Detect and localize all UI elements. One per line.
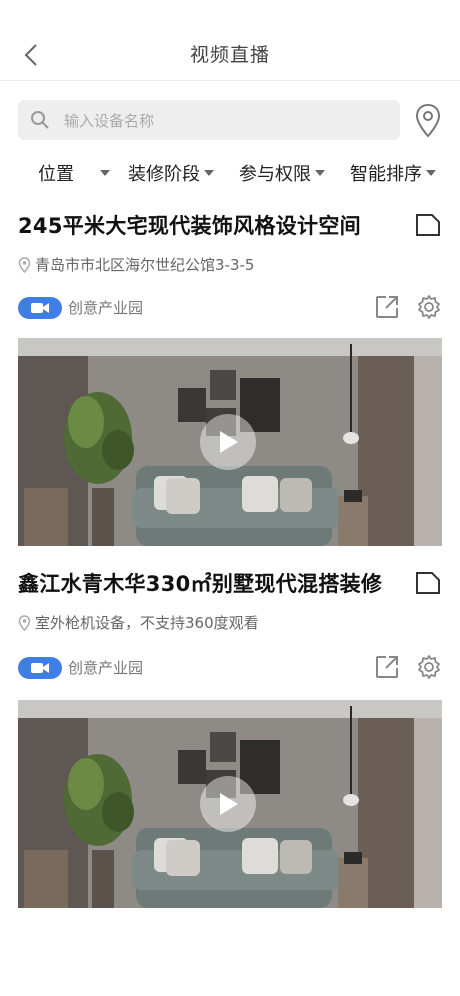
card-title: 245平米大宅现代装饰风格设计空间 bbox=[18, 214, 361, 238]
live-card: 245平米大宅现代装饰风格设计空间 青岛市市北区海尔世纪公馆3-3-5 创意产业… bbox=[0, 210, 460, 550]
gear-icon[interactable] bbox=[416, 294, 442, 320]
play-button[interactable] bbox=[200, 776, 256, 832]
video-thumbnail[interactable] bbox=[18, 700, 442, 908]
address-row: 青岛市市北区海尔世纪公馆3-3-5 bbox=[18, 254, 254, 275]
top-bar: 视频直播 bbox=[0, 0, 460, 81]
meta-row: 创意产业园 bbox=[18, 654, 442, 684]
address-text: 青岛市市北区海尔世纪公馆3-3-5 bbox=[35, 256, 255, 274]
filter-bar: 位置 装修阶段 参与权限 智能排序 bbox=[0, 160, 460, 192]
location-pin-icon[interactable] bbox=[414, 102, 442, 140]
address-text: 室外枪机设备，不支持360度观看 bbox=[35, 614, 259, 632]
gear-icon[interactable] bbox=[416, 654, 442, 680]
filter-permission-label: 参与权限 bbox=[239, 164, 311, 185]
filter-stage[interactable]: 装修阶段 bbox=[128, 160, 214, 186]
category-label: 创意产业园 bbox=[68, 659, 144, 677]
search-icon bbox=[31, 111, 49, 129]
search-box[interactable] bbox=[18, 100, 400, 142]
video-camera-icon bbox=[31, 303, 49, 313]
live-card: 鑫江水青木华330㎡别墅现代混搭装修 室外枪机设备，不支持360度观看 创意产业… bbox=[0, 568, 460, 908]
camera-badge bbox=[18, 657, 62, 679]
filter-location[interactable]: 位置 bbox=[38, 160, 110, 186]
video-camera-icon bbox=[31, 663, 49, 673]
dropdown-caret-icon bbox=[426, 170, 436, 176]
location-pin-icon bbox=[18, 256, 31, 273]
share-icon[interactable] bbox=[374, 294, 400, 320]
play-icon bbox=[220, 431, 238, 453]
filter-permission[interactable]: 参与权限 bbox=[239, 160, 325, 186]
meta-row: 创意产业园 bbox=[18, 294, 442, 324]
dropdown-caret-icon bbox=[315, 170, 325, 176]
page-title: 视频直播 bbox=[189, 44, 270, 66]
document-icon[interactable] bbox=[414, 212, 442, 238]
search-input[interactable] bbox=[62, 100, 386, 142]
filter-sort-label: 智能排序 bbox=[350, 164, 422, 185]
video-thumbnail[interactable] bbox=[18, 338, 442, 546]
category-label: 创意产业园 bbox=[68, 299, 144, 317]
share-icon[interactable] bbox=[374, 654, 400, 680]
document-icon[interactable] bbox=[414, 570, 442, 596]
camera-badge bbox=[18, 297, 62, 319]
address-row: 室外枪机设备，不支持360度观看 bbox=[18, 612, 259, 633]
play-icon bbox=[220, 793, 238, 815]
dropdown-caret-icon bbox=[204, 170, 214, 176]
filter-stage-label: 装修阶段 bbox=[128, 164, 200, 185]
filter-location-label: 位置 bbox=[38, 164, 74, 185]
dropdown-caret-icon bbox=[100, 170, 110, 176]
card-title: 鑫江水青木华330㎡别墅现代混搭装修 bbox=[18, 572, 383, 596]
location-pin-icon bbox=[18, 614, 31, 631]
play-button[interactable] bbox=[200, 414, 256, 470]
filter-sort[interactable]: 智能排序 bbox=[350, 160, 436, 186]
search-row bbox=[18, 100, 442, 142]
